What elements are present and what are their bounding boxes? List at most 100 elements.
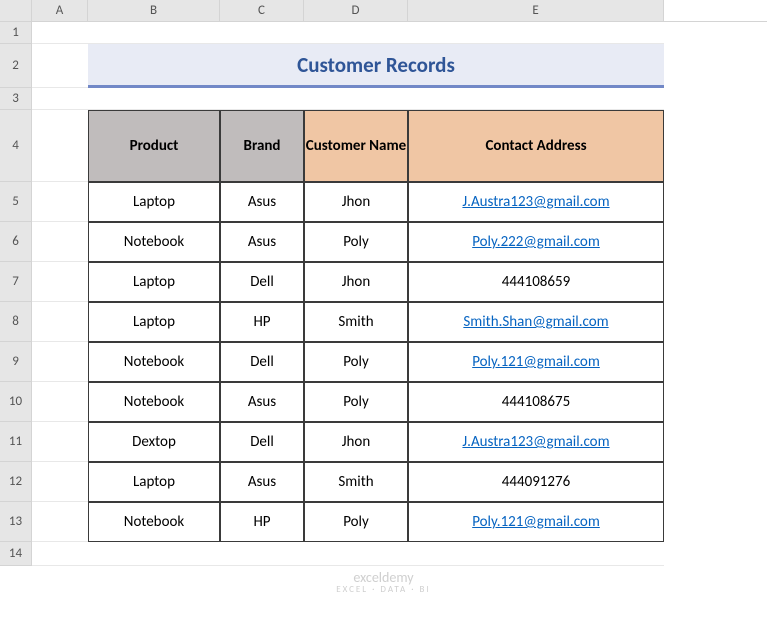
cell-brand[interactable]: Asus xyxy=(220,182,304,222)
cell-B14[interactable] xyxy=(88,542,220,566)
row-header-13[interactable]: 13 xyxy=(0,502,32,542)
cell-C14[interactable] xyxy=(220,542,304,566)
row-7: 7 LaptopDellJhon444108659 xyxy=(0,262,767,302)
row-12: 12 LaptopAsusSmith444091276 xyxy=(0,462,767,502)
cell-product[interactable]: Laptop xyxy=(88,462,220,502)
title-cell[interactable]: Customer Records xyxy=(88,44,664,88)
row-header-2[interactable]: 2 xyxy=(0,44,32,88)
cell-A11[interactable] xyxy=(32,422,88,462)
cell-contact[interactable]: Poly.121@gmail.com xyxy=(408,342,664,382)
cell-contact[interactable]: 444091276 xyxy=(408,462,664,502)
cell-product[interactable]: Dextop xyxy=(88,422,220,462)
cell-customer[interactable]: Poly xyxy=(304,222,408,262)
cell-contact[interactable]: Poly.222@gmail.com xyxy=(408,222,664,262)
cell-A14[interactable] xyxy=(32,542,88,566)
cell-contact[interactable]: J.Austra123@gmail.com xyxy=(408,422,664,462)
row-header-1[interactable]: 1 xyxy=(0,22,32,44)
cell-product[interactable]: Laptop xyxy=(88,262,220,302)
select-all-corner[interactable] xyxy=(0,0,32,21)
cell-B3[interactable] xyxy=(88,88,220,110)
row-6: 6 NotebookAsusPoly Poly.222@gmail.com xyxy=(0,222,767,262)
cell-brand[interactable]: HP xyxy=(220,502,304,542)
contact-link[interactable]: Poly.121@gmail.com xyxy=(472,353,600,371)
cell-customer[interactable]: Poly xyxy=(304,342,408,382)
watermark-sub: EXCEL · DATA · BI xyxy=(336,585,430,595)
col-header-E[interactable]: E xyxy=(408,0,664,21)
cell-A13[interactable] xyxy=(32,502,88,542)
cell-contact[interactable]: Poly.121@gmail.com xyxy=(408,502,664,542)
cell-D3[interactable] xyxy=(304,88,408,110)
cell-A12[interactable] xyxy=(32,462,88,502)
col-header-B[interactable]: B xyxy=(88,0,220,21)
cell-D1[interactable] xyxy=(304,22,408,44)
cell-E3[interactable] xyxy=(408,88,664,110)
cell-A1[interactable] xyxy=(32,22,88,44)
row-header-7[interactable]: 7 xyxy=(0,262,32,302)
cell-contact[interactable]: Smith.Shan@gmail.com xyxy=(408,302,664,342)
cell-A3[interactable] xyxy=(32,88,88,110)
row-header-14[interactable]: 14 xyxy=(0,542,32,566)
cell-A8[interactable] xyxy=(32,302,88,342)
contact-link[interactable]: Poly.222@gmail.com xyxy=(472,233,600,251)
cell-brand[interactable]: Asus xyxy=(220,462,304,502)
cell-customer[interactable]: Jhon xyxy=(304,262,408,302)
row-9: 9 NotebookDellPoly Poly.121@gmail.com xyxy=(0,342,767,382)
cell-contact[interactable]: J.Austra123@gmail.com xyxy=(408,182,664,222)
row-header-11[interactable]: 11 xyxy=(0,422,32,462)
row-1: 1 xyxy=(0,22,767,44)
cell-brand[interactable]: HP xyxy=(220,302,304,342)
cell-contact[interactable]: 444108675 xyxy=(408,382,664,422)
cell-product[interactable]: Notebook xyxy=(88,342,220,382)
cell-product[interactable]: Notebook xyxy=(88,222,220,262)
cell-D14[interactable] xyxy=(304,542,408,566)
row-header-3[interactable]: 3 xyxy=(0,88,32,110)
row-header-10[interactable]: 10 xyxy=(0,382,32,422)
row-header-6[interactable]: 6 xyxy=(0,222,32,262)
cell-product[interactable]: Laptop xyxy=(88,182,220,222)
header-customer[interactable]: Customer Name xyxy=(304,110,408,182)
header-brand[interactable]: Brand xyxy=(220,110,304,182)
header-contact[interactable]: Contact Address xyxy=(408,110,664,182)
cell-A10[interactable] xyxy=(32,382,88,422)
cell-brand[interactable]: Asus xyxy=(220,222,304,262)
header-product[interactable]: Product xyxy=(88,110,220,182)
cell-contact[interactable]: 444108659 xyxy=(408,262,664,302)
cell-A4[interactable] xyxy=(32,110,88,182)
row-4: 4 Product Brand Customer Name Contact Ad… xyxy=(0,110,767,182)
cell-customer[interactable]: Poly xyxy=(304,502,408,542)
cell-brand[interactable]: Asus xyxy=(220,382,304,422)
col-header-A[interactable]: A xyxy=(32,0,88,21)
cell-product[interactable]: Notebook xyxy=(88,502,220,542)
contact-link[interactable]: J.Austra123@gmail.com xyxy=(462,433,609,451)
contact-link[interactable]: Smith.Shan@gmail.com xyxy=(463,313,608,331)
cell-brand[interactable]: Dell xyxy=(220,342,304,382)
row-header-5[interactable]: 5 xyxy=(0,182,32,222)
cell-A5[interactable] xyxy=(32,182,88,222)
cell-customer[interactable]: Poly xyxy=(304,382,408,422)
cell-customer[interactable]: Jhon xyxy=(304,422,408,462)
row-header-9[interactable]: 9 xyxy=(0,342,32,382)
row-header-12[interactable]: 12 xyxy=(0,462,32,502)
row-header-4[interactable]: 4 xyxy=(0,110,32,182)
cell-A2[interactable] xyxy=(32,44,88,88)
col-header-D[interactable]: D xyxy=(304,0,408,21)
cell-A6[interactable] xyxy=(32,222,88,262)
cell-brand[interactable]: Dell xyxy=(220,422,304,462)
cell-E14[interactable] xyxy=(408,542,664,566)
cell-C1[interactable] xyxy=(220,22,304,44)
row-header-8[interactable]: 8 xyxy=(0,302,32,342)
cell-product[interactable]: Laptop xyxy=(88,302,220,342)
cell-customer[interactable]: Smith xyxy=(304,302,408,342)
cell-A7[interactable] xyxy=(32,262,88,302)
cell-B1[interactable] xyxy=(88,22,220,44)
cell-customer[interactable]: Jhon xyxy=(304,182,408,222)
contact-link[interactable]: J.Austra123@gmail.com xyxy=(462,193,609,211)
cell-brand[interactable]: Dell xyxy=(220,262,304,302)
cell-E1[interactable] xyxy=(408,22,664,44)
cell-C3[interactable] xyxy=(220,88,304,110)
cell-A9[interactable] xyxy=(32,342,88,382)
col-header-C[interactable]: C xyxy=(220,0,304,21)
contact-link[interactable]: Poly.121@gmail.com xyxy=(472,513,600,531)
cell-customer[interactable]: Smith xyxy=(304,462,408,502)
cell-product[interactable]: Notebook xyxy=(88,382,220,422)
